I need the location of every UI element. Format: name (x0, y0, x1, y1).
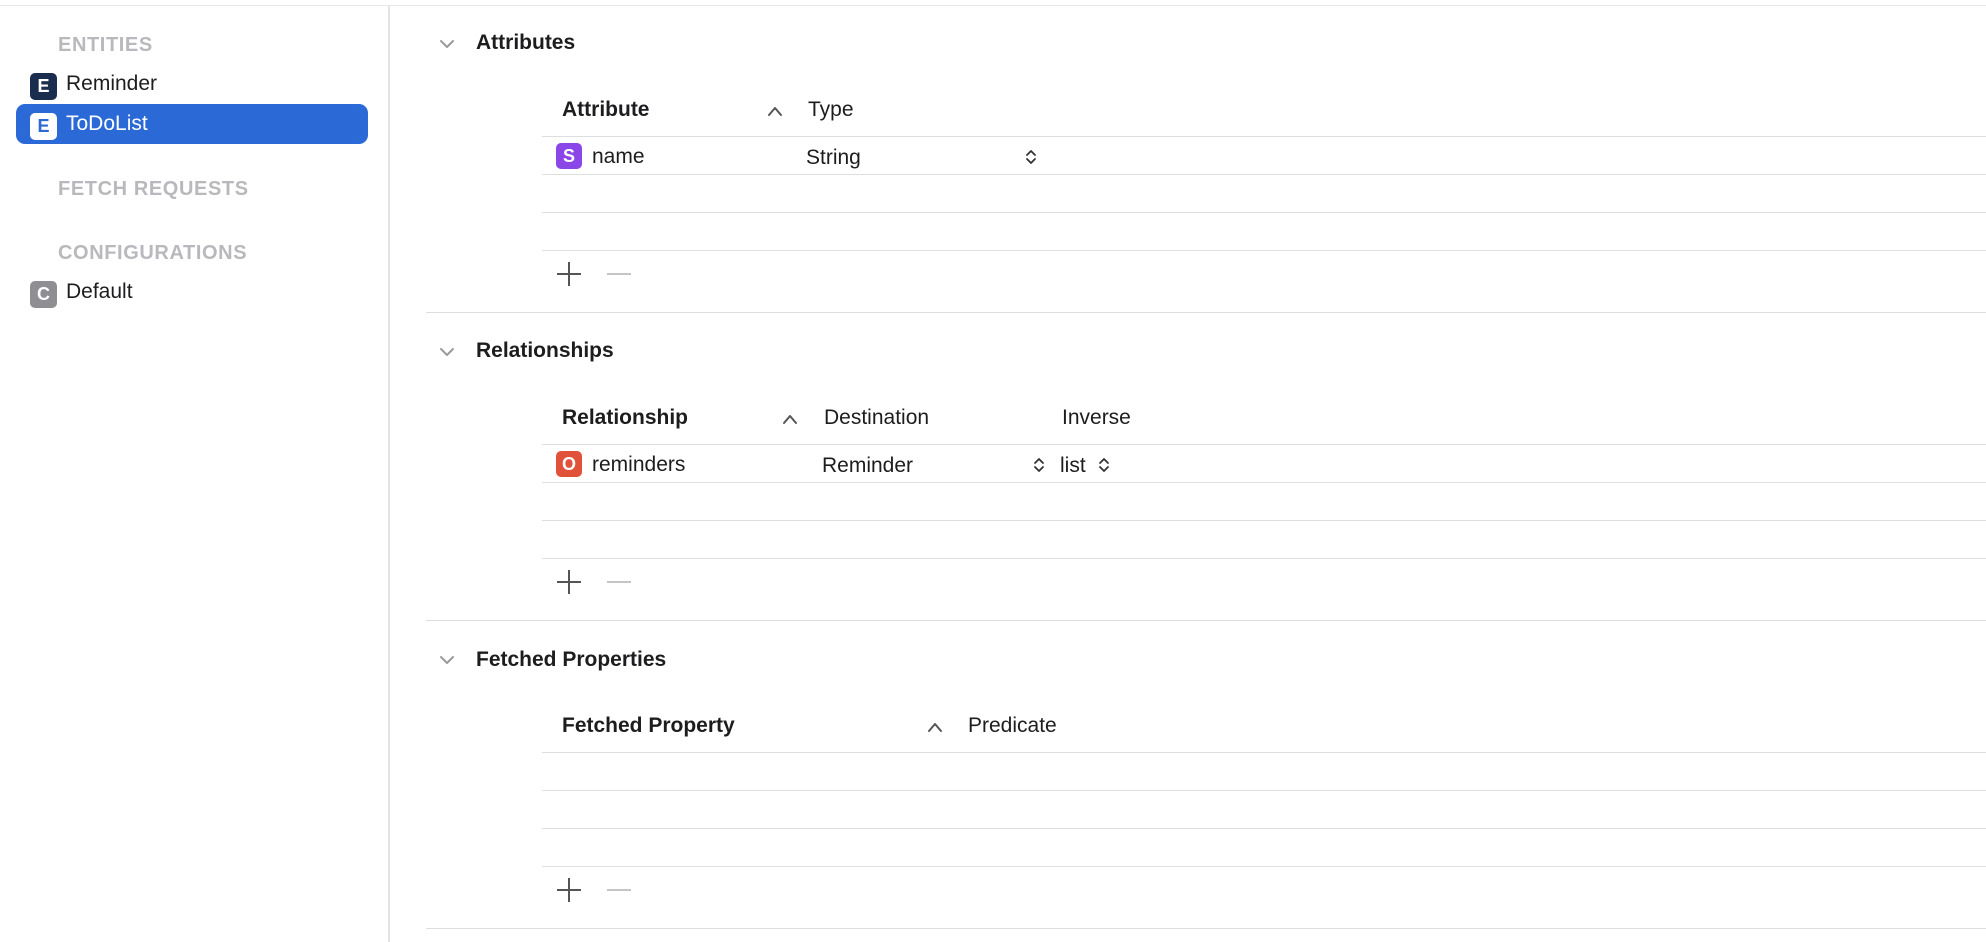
entity-icon: E (30, 73, 57, 100)
configurations-header: CONFIGURATIONS (58, 242, 248, 264)
add-attribute-button[interactable] (555, 260, 583, 288)
divider (542, 174, 1986, 175)
divider (542, 444, 1986, 445)
sidebar-divider[interactable] (388, 6, 390, 942)
remove-relationship-button[interactable] (605, 568, 633, 596)
divider (542, 250, 1986, 251)
remove-fetched-property-button[interactable] (605, 876, 633, 904)
entities-header: ENTITIES (58, 34, 153, 56)
predicate-column-header[interactable]: Predicate (968, 714, 1057, 738)
divider (542, 482, 1986, 483)
destination-column-header[interactable]: Destination (824, 406, 929, 430)
sidebar-item-default[interactable]: C Default (16, 272, 368, 312)
divider (542, 558, 1986, 559)
divider (542, 136, 1986, 137)
attributes-section-title: Attributes (476, 31, 576, 54)
attribute-column-header[interactable]: Attribute (562, 98, 650, 122)
string-attribute-icon: S (556, 143, 582, 169)
section-divider (426, 620, 1986, 621)
sidebar-item-reminder[interactable]: E Reminder (16, 64, 368, 104)
divider (542, 828, 1986, 829)
relationship-column-header[interactable]: Relationship (562, 406, 688, 430)
divider (542, 212, 1986, 213)
sidebar-item-label: Reminder (66, 72, 158, 95)
divider (542, 752, 1986, 753)
sidebar-item-label: ToDoList (66, 112, 148, 135)
entity-icon: E (30, 113, 57, 140)
sort-ascending-icon (928, 723, 942, 732)
remove-attribute-button[interactable] (605, 260, 633, 288)
relationships-section-title: Relationships (476, 339, 614, 362)
add-fetched-property-button[interactable] (555, 876, 583, 904)
destination-select[interactable]: Reminder (822, 454, 913, 478)
attribute-name[interactable]: name (592, 145, 645, 169)
section-divider (426, 928, 1986, 929)
configuration-icon: C (30, 281, 57, 308)
sort-ascending-icon (768, 107, 782, 116)
sidebar: ENTITIES E Reminder E ToDoList FETCH REQ… (0, 6, 388, 942)
up-down-stepper-icon[interactable] (1033, 456, 1045, 474)
chevron-down-icon[interactable] (438, 345, 456, 359)
divider (542, 866, 1986, 867)
relationship-name[interactable]: reminders (592, 453, 685, 477)
inverse-column-header[interactable]: Inverse (1062, 406, 1131, 430)
divider (542, 520, 1986, 521)
type-column-header[interactable]: Type (808, 98, 854, 122)
sidebar-item-todolist[interactable]: E ToDoList (16, 104, 368, 144)
sort-ascending-icon (783, 415, 797, 424)
add-relationship-button[interactable] (555, 568, 583, 596)
attribute-type-select[interactable]: String (806, 146, 861, 170)
fetch-requests-header: FETCH REQUESTS (58, 178, 249, 200)
chevron-down-icon[interactable] (438, 653, 456, 667)
section-divider (426, 312, 1986, 313)
fetched-property-column-header[interactable]: Fetched Property (562, 714, 735, 738)
chevron-down-icon[interactable] (438, 37, 456, 51)
sidebar-item-label: Default (66, 280, 133, 303)
divider (542, 790, 1986, 791)
up-down-stepper-icon[interactable] (1098, 456, 1110, 474)
to-one-relationship-icon: O (556, 451, 582, 477)
up-down-stepper-icon[interactable] (1025, 148, 1037, 166)
inverse-select[interactable]: list (1060, 454, 1086, 478)
fetched-properties-section-title: Fetched Properties (476, 648, 667, 671)
